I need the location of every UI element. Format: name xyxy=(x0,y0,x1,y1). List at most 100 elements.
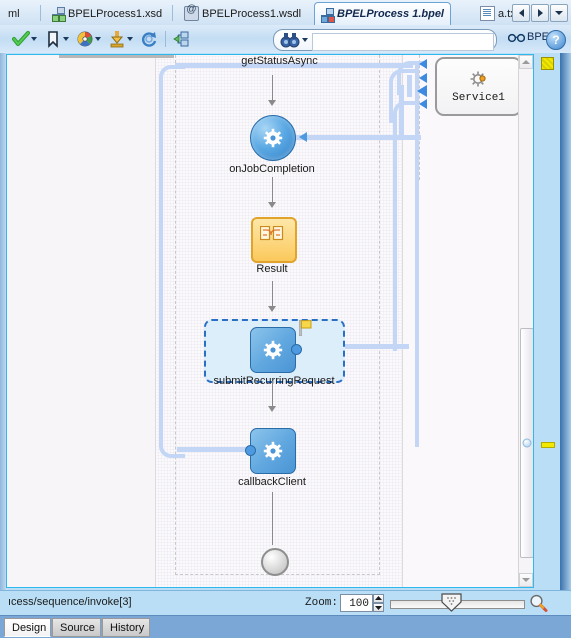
validate-button[interactable] xyxy=(10,28,42,50)
editor-mode-tabs: Design Source History xyxy=(0,615,571,638)
zoom-increment-button[interactable] xyxy=(373,594,384,603)
invoke-connection-point[interactable] xyxy=(291,344,302,355)
tab-label: Source xyxy=(60,621,95,634)
receive-node-shape[interactable] xyxy=(250,115,296,161)
flow-arrow-1-head xyxy=(268,100,276,106)
gear-icon xyxy=(263,128,283,148)
tab-ml[interactable]: ml xyxy=(2,3,26,24)
node-label: callbackClient xyxy=(238,476,306,488)
help-button[interactable]: ? xyxy=(546,30,566,50)
glasses-icon xyxy=(507,31,526,43)
flow-arrow-3-line xyxy=(272,281,273,309)
refresh-icon xyxy=(140,30,158,48)
tab-prev-button[interactable] xyxy=(512,4,530,22)
diagram-editor: Service1 getStatusAsync onJobCompletion … xyxy=(0,53,571,590)
diagram-canvas[interactable]: Service1 getStatusAsync onJobCompletion … xyxy=(7,55,520,587)
tab-separator-2 xyxy=(172,5,173,21)
tab-label: BPELProcess 1.bpel xyxy=(337,8,444,20)
refresh-button[interactable] xyxy=(138,28,160,50)
flow-arrow-4-head xyxy=(268,406,276,412)
tab-label: ml xyxy=(8,7,20,20)
flow-arrow-2-head xyxy=(268,202,276,208)
scrollbar-grip xyxy=(522,438,532,448)
chevron-down-icon[interactable] xyxy=(127,37,133,41)
node-onjobcompletion[interactable]: onJobCompletion xyxy=(229,115,315,175)
tab-label: Design xyxy=(12,621,47,634)
gear-service-icon xyxy=(469,70,489,90)
deploy-arrow-icon xyxy=(108,30,126,48)
canvas-top-edge-marker xyxy=(59,55,174,58)
arrowhead-service-4 xyxy=(419,99,427,109)
chevron-down-icon[interactable] xyxy=(302,38,308,42)
invoke-node-shape[interactable] xyxy=(250,327,296,373)
flow-arrow-3-head xyxy=(268,306,276,312)
run-button[interactable] xyxy=(74,28,106,50)
wsdl-icon xyxy=(184,4,199,21)
expand-tree-button[interactable] xyxy=(171,28,193,50)
editor-right-edge xyxy=(560,53,571,590)
tab-label: History xyxy=(110,621,145,634)
search-box[interactable] xyxy=(273,29,497,51)
arrowhead-service-3 xyxy=(417,85,427,97)
green-check-icon xyxy=(12,30,30,48)
chevron-down-icon[interactable] xyxy=(95,37,101,41)
arrowhead-service-1 xyxy=(419,59,427,69)
deploy-button[interactable] xyxy=(106,28,138,50)
tab-bpelprocess1-bpel[interactable]: BPELProcess 1.bpel xyxy=(314,2,451,25)
invoke-node-shape[interactable] xyxy=(250,428,296,474)
node-label: getStatusAsync xyxy=(241,55,318,67)
tab-source[interactable]: Source xyxy=(52,618,101,637)
node-callbackclient[interactable]: callbackClient xyxy=(238,428,306,488)
tab-label: BPELProcess1.xsd xyxy=(68,7,163,20)
node-submitrecurringrequest[interactable]: submitRecurringRequest xyxy=(213,327,335,387)
bookmark-button[interactable] xyxy=(42,28,74,50)
bpel-editor-window: ml BPELProcess1.xsd BPELProcess1.wsdl BP… xyxy=(0,0,571,638)
zoom-decrement-button[interactable] xyxy=(373,603,384,612)
gear-icon xyxy=(263,340,283,360)
flag-icon xyxy=(298,319,312,337)
diagram-canvas-frame: Service1 getStatusAsync onJobCompletion … xyxy=(6,54,534,588)
scroll-up-button[interactable] xyxy=(519,55,533,69)
canvas-vertical-scrollbar[interactable] xyxy=(518,55,533,587)
arrowhead-onjobcompletion xyxy=(299,132,307,142)
invoke-connection-point[interactable] xyxy=(245,445,256,456)
scroll-down-button[interactable] xyxy=(519,573,533,587)
zoom-value-field[interactable]: 100 xyxy=(340,594,373,612)
overview-marker-strip[interactable] xyxy=(536,54,560,588)
search-input[interactable] xyxy=(312,33,494,51)
tab-next-button[interactable] xyxy=(531,4,549,22)
node-label: onJobCompletion xyxy=(229,163,315,175)
node-result[interactable]: Result xyxy=(251,217,297,275)
warning-marker-mid[interactable] xyxy=(541,442,555,448)
tab-bpelprocess1-xsd[interactable]: BPELProcess1.xsd xyxy=(46,3,168,24)
tab-list-dropdown-button[interactable] xyxy=(550,4,568,22)
zoom-label: Zoom: xyxy=(305,597,339,609)
tab-separator-1 xyxy=(40,5,41,21)
node-label: submitRecurringRequest xyxy=(213,375,335,387)
warning-marker-top[interactable] xyxy=(541,57,554,70)
editor-toolbar: BPEL ? xyxy=(0,25,571,54)
flow-arrow-5-line xyxy=(272,492,273,545)
zoom-reset-icon[interactable] xyxy=(529,594,548,613)
binoculars-icon xyxy=(280,32,300,48)
end-node-shape[interactable] xyxy=(261,548,289,576)
canvas-left-lane xyxy=(7,55,156,587)
chevron-down-icon[interactable] xyxy=(63,37,69,41)
editor-tab-bar: ml BPELProcess1.xsd BPELProcess1.wsdl BP… xyxy=(0,0,571,26)
partner-link-label: Service1 xyxy=(452,91,505,104)
tab-design[interactable]: Design xyxy=(4,618,51,637)
status-bar: ıcess/sequence/invoke[3] Zoom: 100 xyxy=(0,590,571,616)
node-end-marker[interactable] xyxy=(261,548,289,576)
tab-history[interactable]: History xyxy=(102,618,150,637)
zoom-slider-thumb[interactable] xyxy=(441,593,462,612)
tab-bpelprocess1-wsdl[interactable]: BPELProcess1.wsdl xyxy=(178,3,307,24)
tab-label: BPELProcess1.wsdl xyxy=(202,7,302,20)
partner-link-service1[interactable]: Service1 xyxy=(435,57,520,116)
bpel-icon xyxy=(321,7,335,23)
scrollbar-thumb[interactable] xyxy=(520,328,533,558)
assign-node-shape[interactable] xyxy=(251,217,297,263)
connector-callback-return xyxy=(175,65,419,447)
status-path-text: ıcess/sequence/invoke[3] xyxy=(8,596,132,608)
flow-arrow-1-line xyxy=(272,75,273,103)
chevron-down-icon[interactable] xyxy=(31,37,37,41)
